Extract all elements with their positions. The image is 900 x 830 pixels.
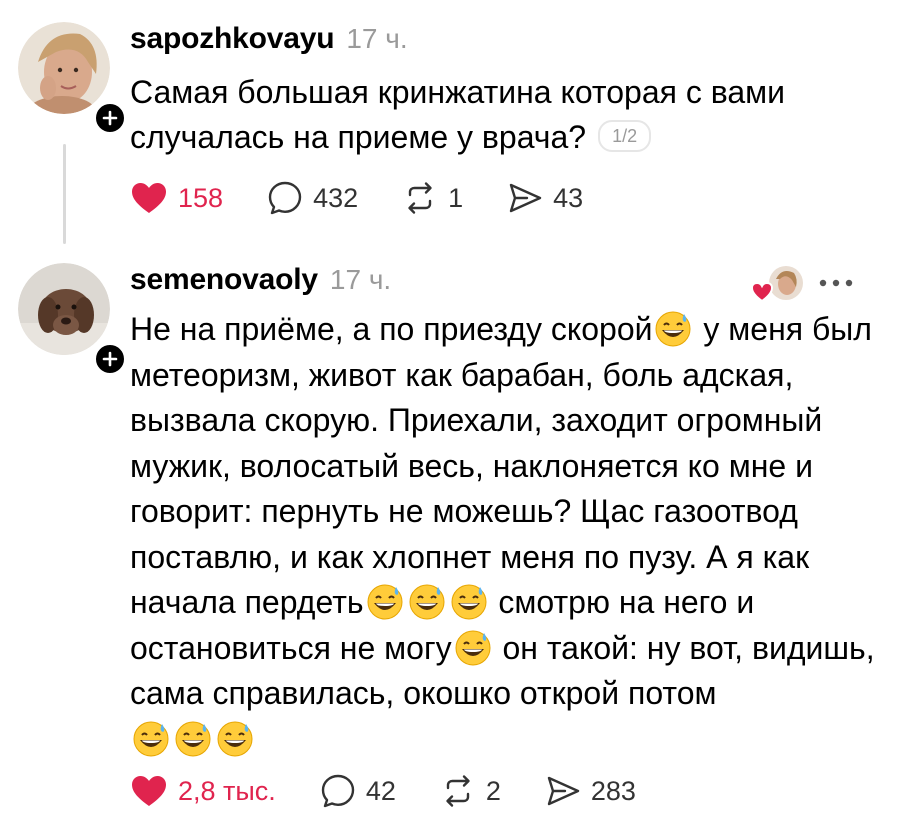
author-liked-badge — [750, 263, 806, 312]
post-text-part: Не на приёме, а по приезду скорой — [130, 311, 653, 347]
grinning-sweat-emoji — [217, 721, 253, 756]
grinning-sweat-emoji — [175, 721, 211, 756]
timestamp: 17 ч. — [329, 264, 392, 295]
post-text: Самая большая кринжатина которая с вами … — [130, 70, 850, 160]
repost-count: 2 — [485, 775, 501, 806]
avatar-photo — [18, 22, 110, 114]
page-indicator: 1/2 — [598, 120, 652, 152]
action-bar: 158 432 1 43 — [130, 180, 627, 216]
share-count: 43 — [553, 182, 584, 213]
grinning-sweat-emoji — [655, 311, 691, 347]
username[interactable]: sapozhkovayu — [130, 22, 335, 56]
timestamp: 17 ч. — [346, 23, 408, 54]
heart-icon — [132, 776, 166, 806]
grinning-sweat-emoji — [409, 584, 445, 620]
repost-icon — [408, 182, 432, 214]
grinning-sweat-emoji — [133, 721, 169, 756]
like-count: 158 — [178, 182, 224, 213]
post-header: semenovaoly 17 ч. — [130, 263, 391, 297]
share-count: 283 — [590, 775, 636, 806]
avatar[interactable] — [18, 22, 128, 136]
send-icon — [509, 183, 542, 213]
comment-bubble-icon — [268, 181, 302, 215]
like-count: 2,8 тыс. — [178, 775, 276, 806]
more-dots-icon — [819, 279, 853, 287]
repost-count: 1 — [448, 182, 464, 213]
like-button[interactable]: 158 — [130, 181, 223, 215]
post-text-part: у меня был метеоризм, живот как барабан,… — [130, 311, 872, 620]
repost-icon — [446, 775, 470, 807]
send-icon — [547, 776, 580, 806]
grinning-sweat-emoji — [455, 630, 491, 665]
comment-button[interactable]: 432 — [267, 180, 358, 216]
comment-bubble-icon — [321, 774, 355, 808]
avatar[interactable] — [18, 263, 128, 377]
author-avatar-heart-icon — [750, 266, 803, 303]
share-button[interactable]: 43 — [507, 180, 583, 216]
avatar-photo — [18, 263, 110, 355]
grinning-sweat-emoji — [367, 584, 403, 620]
follow-button[interactable] — [92, 341, 128, 377]
post-text: Не на приёме, а по приезду скорой у меня… — [130, 307, 890, 762]
plus-icon — [102, 110, 118, 126]
post-header: sapozhkovayu 17 ч. — [130, 22, 408, 56]
repost-button[interactable]: 2 — [440, 773, 501, 809]
heart-icon — [132, 183, 166, 213]
action-bar: 2,8 тыс. 42 2 283 — [130, 773, 680, 809]
grinning-sweat-emoji — [451, 584, 487, 620]
repost-button[interactable]: 1 — [402, 180, 463, 216]
thread-line — [63, 144, 66, 244]
comment-count: 432 — [313, 182, 359, 213]
share-button[interactable]: 283 — [545, 773, 636, 809]
comment-button[interactable]: 42 — [320, 773, 396, 809]
plus-icon — [102, 351, 118, 367]
follow-button[interactable] — [92, 100, 128, 136]
post-text-content: Самая большая кринжатина которая с вами … — [130, 74, 786, 155]
comment-count: 42 — [365, 775, 396, 806]
username[interactable]: semenovaoly — [130, 263, 318, 297]
like-button[interactable]: 2,8 тыс. — [130, 774, 276, 808]
more-button[interactable] — [818, 275, 854, 293]
